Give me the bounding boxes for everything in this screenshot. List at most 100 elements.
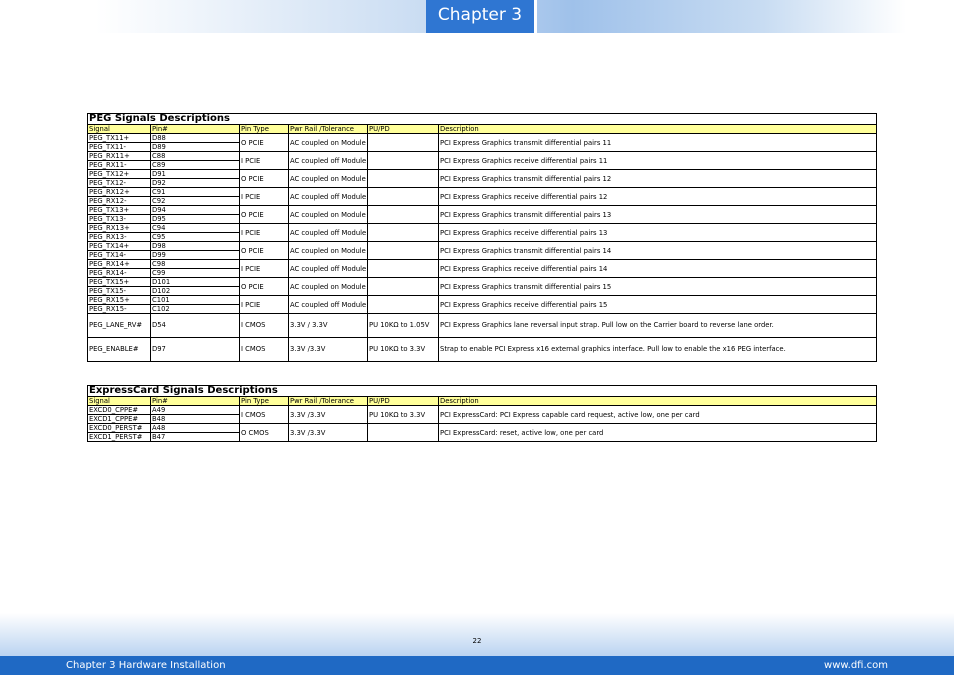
pin-number: C102	[150, 304, 240, 314]
signal-description: PCI Express Graphics receive differentia…	[438, 223, 877, 242]
signal-name: PEG_RX11-	[87, 160, 151, 170]
pin-number: C92	[150, 196, 240, 206]
table-row: PEG_RX15+ C101 I PCIE AC coupled off Module…	[87, 295, 877, 314]
pull-up-down	[367, 133, 439, 152]
power-rail: AC coupled on Module	[288, 277, 368, 296]
table-title: ExpressCard Signals Descriptions	[86, 385, 878, 397]
pull-up-down	[367, 151, 439, 170]
pin-type: I PCIE	[239, 259, 289, 278]
signal-name: PEG_RX15-	[87, 304, 151, 314]
signal-description: PCI Express Graphics transmit differenti…	[438, 169, 877, 188]
signal-description: PCI Express Graphics transmit differenti…	[438, 241, 877, 260]
pin-number: D54	[150, 313, 240, 338]
pull-up-down: PU 10KΩ to 3.3V	[367, 405, 439, 424]
table-row: PEG_TX15+ D101 O PCIE AC coupled on Module P…	[87, 277, 877, 296]
column-header: Description	[437, 396, 878, 406]
pin-type: O CMOS	[239, 423, 289, 442]
signal-name: PEG_TX11-	[87, 142, 151, 152]
table-header-row: Signal Pin# Pin Type Pwr Rail /Tolerance PU/…	[87, 124, 877, 134]
signal-name: PEG_RX14-	[87, 268, 151, 278]
page-number: 22	[472, 637, 482, 645]
pin-number: A48	[150, 423, 240, 433]
signal-name: EXCD1_CPPE#	[87, 414, 151, 424]
table-row: EXCD0_PERST# A48 O CMOS 3.3V /3.3V PCI Expre…	[87, 423, 878, 442]
pin-type: I CMOS	[239, 405, 289, 424]
signal-description: PCI Express Graphics receive differentia…	[438, 259, 877, 278]
pin-number: C99	[150, 268, 240, 278]
pin-number: C101	[150, 295, 240, 305]
pin-number: C91	[150, 187, 240, 197]
pull-up-down	[367, 423, 439, 442]
table-row: PEG_TX14+ D98 O PCIE AC coupled on Module PC…	[87, 241, 877, 260]
column-header: Pwr Rail /Tolerance	[288, 396, 368, 406]
footer-website-link[interactable]: www.dfi.com	[824, 656, 888, 675]
pin-number: D92	[150, 178, 240, 188]
signal-description: PCI Express Graphics receive differentia…	[438, 295, 877, 314]
table-row: PEG_RX13+ C94 I PCIE AC coupled off Module P…	[87, 223, 877, 242]
pin-number: D88	[150, 133, 240, 143]
signal-name: PEG_TX14+	[87, 241, 151, 251]
pull-up-down	[367, 241, 439, 260]
pin-number: D91	[150, 169, 240, 179]
signal-description: PCI Express Graphics receive differentia…	[438, 187, 877, 206]
signal-name: PEG_RX12-	[87, 196, 151, 206]
power-rail: AC coupled on Module	[288, 133, 368, 152]
pull-up-down	[367, 205, 439, 224]
signal-name: PEG_RX13-	[87, 232, 151, 242]
pin-number: B47	[150, 432, 240, 442]
table-title: PEG Signals Descriptions	[87, 113, 877, 125]
tab-divider	[534, 0, 537, 33]
pin-number: A49	[150, 405, 240, 415]
signal-description: PCI Express Graphics transmit differenti…	[438, 133, 877, 152]
table-title-row: ExpressCard Signals Descriptions	[86, 385, 878, 397]
power-rail: AC coupled on Module	[288, 169, 368, 188]
table-title-row: PEG Signals Descriptions	[87, 113, 877, 125]
table-row: PEG_RX12+ C91 I PCIE AC coupled off Module P…	[87, 187, 877, 206]
pull-up-down	[367, 169, 439, 188]
pin-type: I PCIE	[239, 223, 289, 242]
pin-number: C88	[150, 151, 240, 161]
pin-type: I PCIE	[239, 151, 289, 170]
peg-signals-table: PEG Signals Descriptions Signal Pin# Pin Ty…	[87, 113, 877, 362]
pin-number: D102	[150, 286, 240, 296]
table-header-row: Signal Pin# Pin Type Pwr Rail /Tolerance PU/…	[87, 396, 878, 406]
signal-name: PEG_RX13+	[87, 223, 151, 233]
pin-type: O PCIE	[239, 241, 289, 260]
pin-type: I CMOS	[239, 313, 289, 338]
table-row: PEG_TX13+ D94 O PCIE AC coupled on Module PC…	[87, 205, 877, 224]
pin-type: O PCIE	[239, 205, 289, 224]
pin-type: O PCIE	[239, 169, 289, 188]
signal-name: PEG_RX15+	[87, 295, 151, 305]
pull-up-down	[367, 277, 439, 296]
signal-name: PEG_TX15-	[87, 286, 151, 296]
pin-type: I CMOS	[239, 337, 289, 362]
signal-name: PEG_TX11+	[87, 133, 151, 143]
pin-number: D94	[150, 205, 240, 215]
signal-name: EXCD0_CPPE#	[87, 405, 151, 415]
footer-bar: Chapter 3 Hardware Installation www.dfi.…	[0, 656, 954, 675]
column-header: Signal	[87, 124, 151, 134]
pin-number: D98	[150, 241, 240, 251]
expresscard-signals-table: ExpressCard Signals Descriptions Signal Pi…	[86, 385, 878, 442]
column-header: Pwr Rail /Tolerance	[288, 124, 368, 134]
pin-number: D89	[150, 142, 240, 152]
pull-up-down	[367, 295, 439, 314]
signal-name: PEG_TX14-	[87, 250, 151, 260]
signal-name: PEG_TX12-	[87, 178, 151, 188]
chapter-tab: Chapter 3	[426, 0, 534, 33]
power-rail: AC coupled on Module	[288, 205, 368, 224]
signal-name: PEG_TX13+	[87, 205, 151, 215]
signal-description: Strap to enable PCI Express x16 external…	[438, 337, 877, 362]
pin-type: I PCIE	[239, 295, 289, 314]
pin-number: B48	[150, 414, 240, 424]
pin-type: O PCIE	[239, 277, 289, 296]
pin-type: I PCIE	[239, 187, 289, 206]
pull-up-down	[367, 223, 439, 242]
signal-name: PEG_RX12+	[87, 187, 151, 197]
pin-type: O PCIE	[239, 133, 289, 152]
table-row: PEG_TX11+ D88 O PCIE AC coupled on Module PC…	[87, 133, 877, 152]
table-row: PEG_TX12+ D91 O PCIE AC coupled on Module PC…	[87, 169, 877, 188]
pin-number: C95	[150, 232, 240, 242]
column-header: Pin Type	[239, 124, 289, 134]
column-header: Signal	[87, 396, 151, 406]
